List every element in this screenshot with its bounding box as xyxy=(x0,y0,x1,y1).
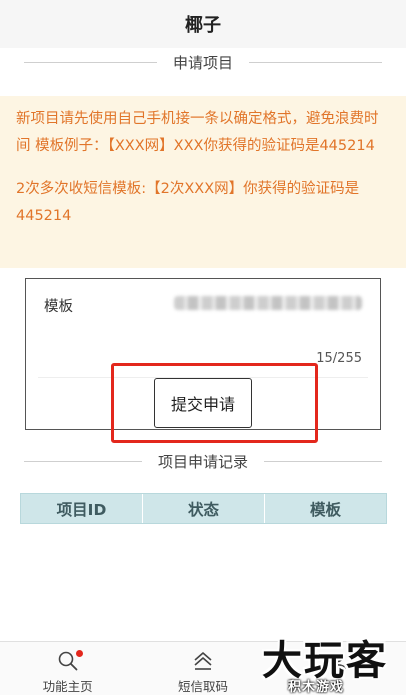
search-icon xyxy=(56,649,83,673)
user-icon xyxy=(326,649,350,673)
divider-line xyxy=(264,461,383,462)
records-table-header: 项目ID 状态 模板 xyxy=(20,493,387,524)
notification-dot xyxy=(75,650,83,657)
divider-line xyxy=(24,461,142,462)
section-title-records: 项目申请记录 xyxy=(158,453,249,471)
submit-button[interactable]: 提交申请 xyxy=(154,378,252,428)
notice-box: 新项目请先使用自己手机接一条以确定格式，避免浪费时间 模板例子：【XXX网】XX… xyxy=(0,96,406,268)
bottom-tab-bar: 功能主页 短信取码 xyxy=(0,641,406,695)
notice-text-1: 新项目请先使用自己手机接一条以确定格式，避免浪费时间 模板例子：【XXX网】XX… xyxy=(16,111,379,154)
notice-text-2: 2次多次收短信模板:【2次XXX网】你获得的验证码是445214 xyxy=(16,181,360,224)
tab-label-sms: 短信取码 xyxy=(177,679,228,694)
column-header-template: 模板 xyxy=(309,500,341,519)
section-title-apply: 申请项目 xyxy=(173,54,234,72)
section-header-apply: 申请项目 xyxy=(24,52,383,73)
tab-profile[interactable] xyxy=(271,642,406,695)
title-bar: 椰子 xyxy=(0,0,406,48)
divider-line xyxy=(249,62,383,63)
column-header-project-id: 项目ID xyxy=(21,494,143,523)
home-icon xyxy=(191,649,215,673)
char-counter: 15/255 xyxy=(316,351,362,366)
divider-line xyxy=(24,62,157,63)
page-title: 椰子 xyxy=(185,15,221,36)
tab-home[interactable]: 功能主页 xyxy=(0,642,135,695)
template-input[interactable] xyxy=(174,296,362,310)
column-header-status: 状态 xyxy=(143,494,265,523)
section-header-records: 项目申请记录 xyxy=(24,451,383,472)
tab-sms[interactable]: 短信取码 xyxy=(135,642,270,695)
tab-label-home: 功能主页 xyxy=(42,679,93,694)
template-label: 模板 xyxy=(44,299,73,315)
